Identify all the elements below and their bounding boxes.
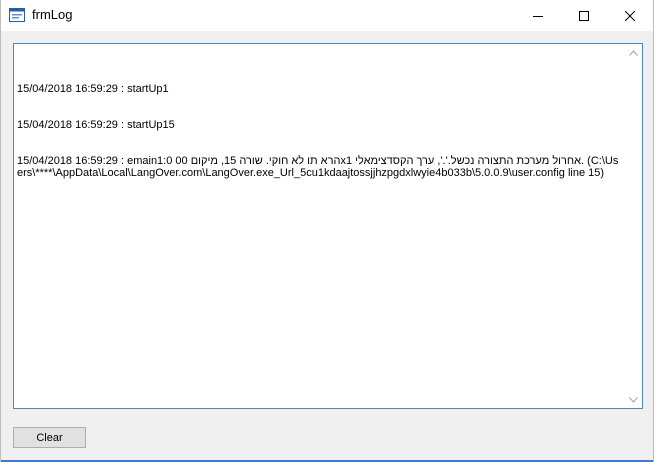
form-window-icon — [9, 8, 25, 22]
log-text: 15/04/2018 16:59:29 : startUp1 15/04/201… — [17, 59, 621, 203]
maximize-button[interactable] — [561, 0, 607, 31]
chevron-down-icon — [629, 396, 638, 403]
close-button[interactable] — [607, 0, 653, 31]
window-title: frmLog — [32, 7, 73, 22]
vertical-scrollbar[interactable] — [625, 44, 642, 408]
log-line: 15/04/2018 16:59:29 : emain1:0 הרא תו לא… — [17, 155, 619, 179]
close-icon — [625, 10, 635, 21]
frmlog-window: frmLog 15/04/2018 16:59:29 : startUp1 15… — [0, 0, 654, 462]
minimize-button[interactable] — [515, 0, 561, 31]
chevron-up-icon — [629, 49, 638, 56]
scroll-down-button[interactable] — [625, 391, 642, 408]
log-textbox[interactable]: 15/04/2018 16:59:29 : startUp1 15/04/201… — [13, 43, 643, 409]
title-bar[interactable]: frmLog — [1, 0, 653, 31]
maximize-icon — [579, 10, 589, 21]
scroll-up-button[interactable] — [625, 44, 642, 61]
log-line: 15/04/2018 16:59:29 : startUp1 — [17, 83, 169, 95]
log-line: 15/04/2018 16:59:29 : startUp15 — [17, 119, 175, 131]
minimize-icon — [533, 15, 543, 17]
clear-button[interactable]: Clear — [13, 427, 86, 448]
